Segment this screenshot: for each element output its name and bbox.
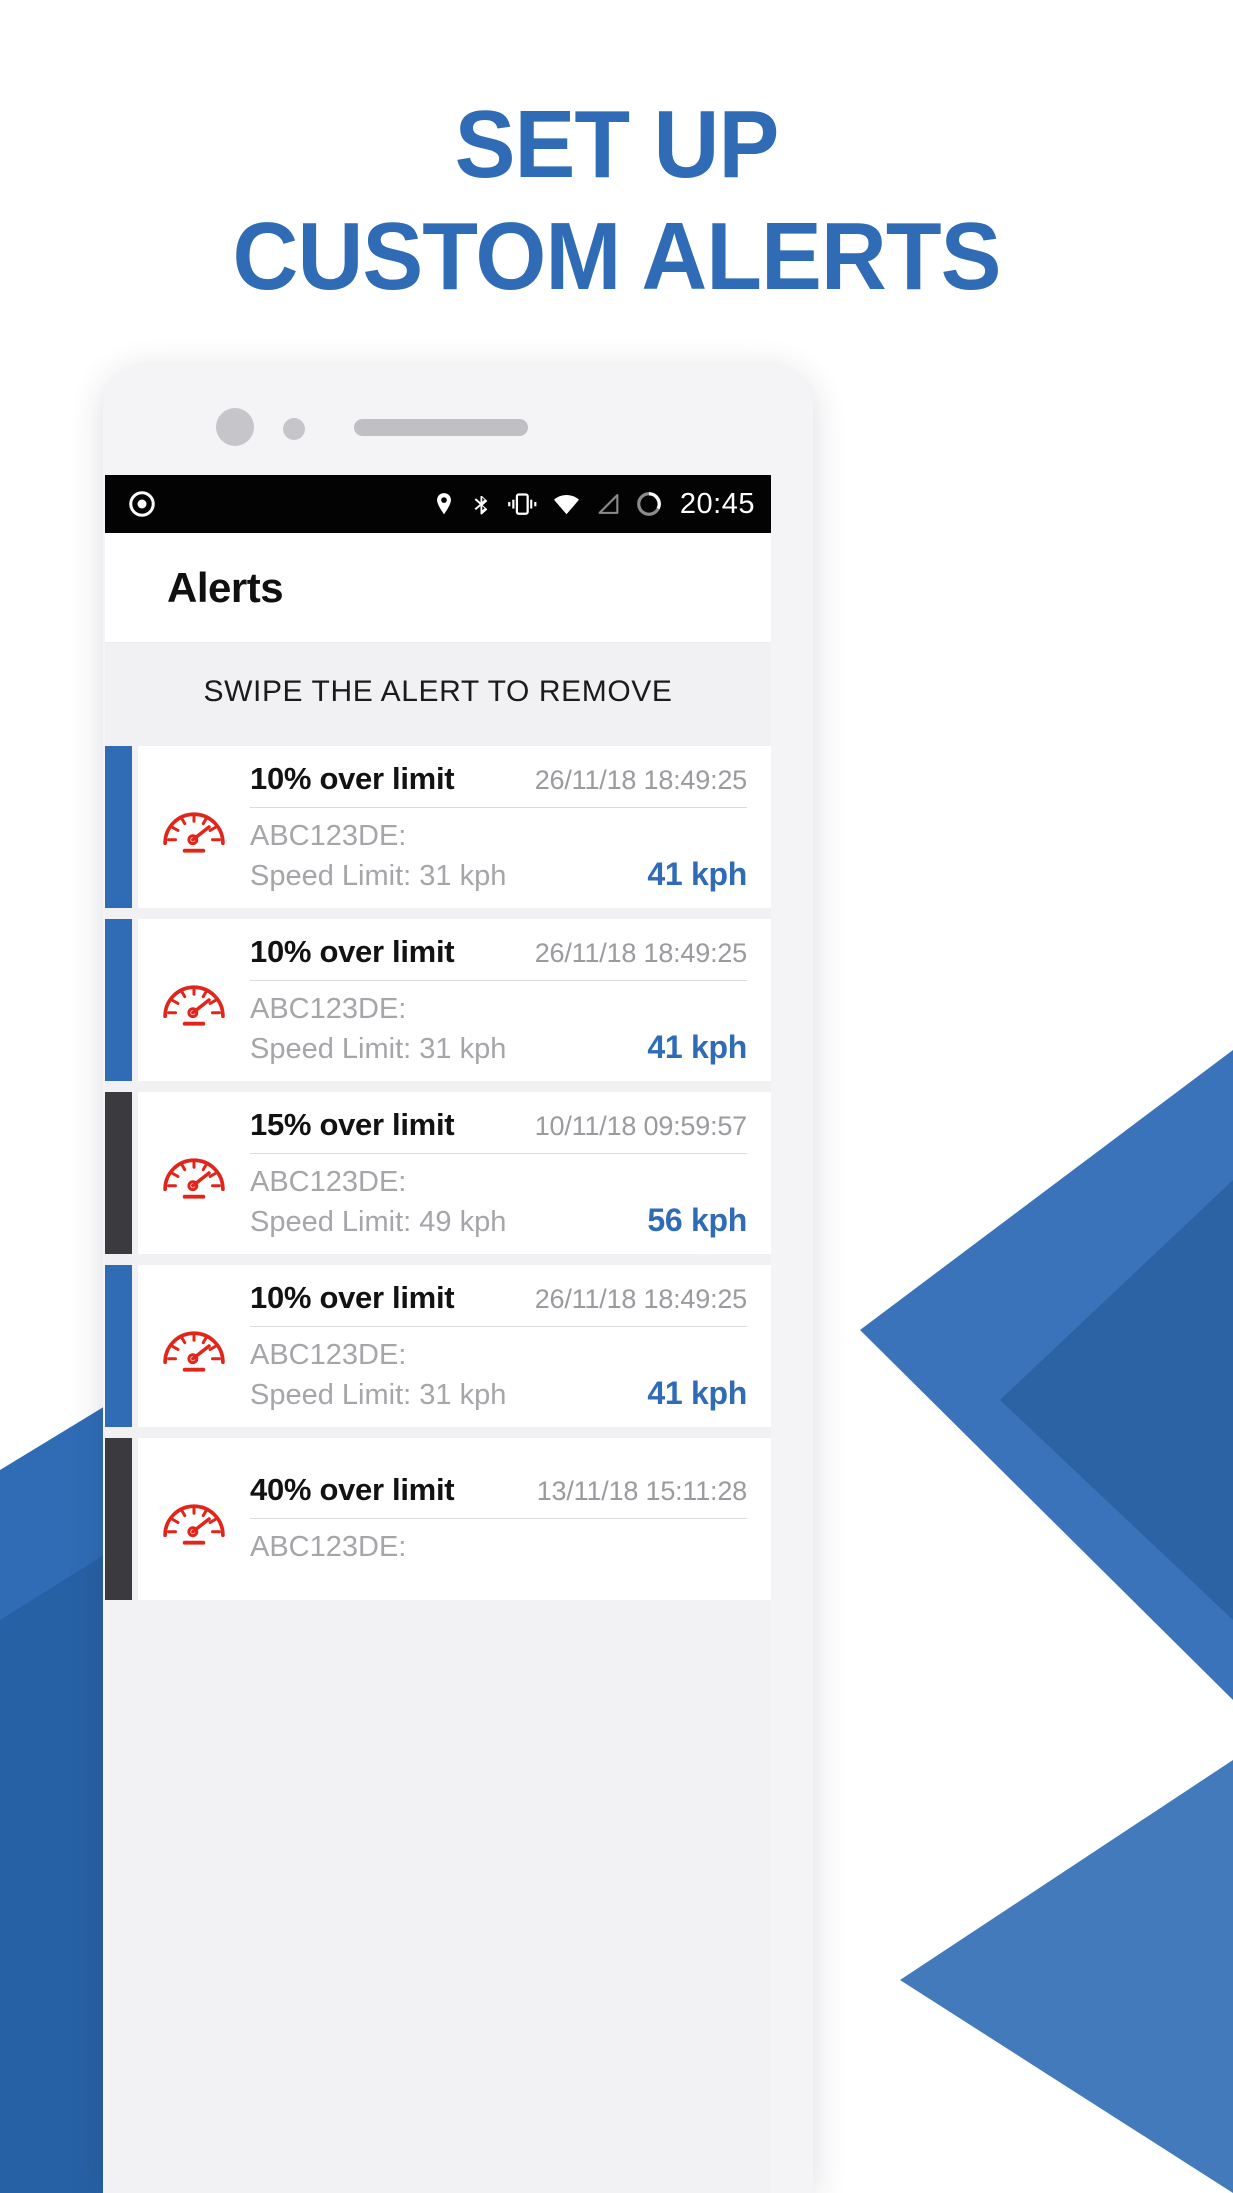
alert-speed-limit: Speed Limit: 49 kph [250,1205,507,1238]
alert-vehicle-plate: ABC123DE: [250,1530,407,1563]
speedometer-icon [163,1331,225,1372]
alert-accent-bar [105,746,132,908]
alert-timestamp: 10/11/18 09:59:57 [534,1111,747,1142]
alert-timestamp: 26/11/18 18:49:25 [534,765,747,796]
alert-body: 15% over limit 10/11/18 09:59:57 ABC123D… [250,1107,753,1238]
alert-recorded-speed: 41 kph [647,855,747,892]
vibrate-icon [508,493,537,515]
alert-timestamp: 13/11/18 15:11:28 [536,1475,747,1506]
alert-title: 40% over limit [250,1471,455,1507]
alert-vehicle-plate: ABC123DE: [250,1339,407,1372]
speedometer-icon [163,1158,225,1199]
alert-speed-limit: Speed Limit: 31 kph [250,1032,507,1065]
alert-card[interactable]: 10% over limit 26/11/18 18:49:25 ABC123D… [138,746,771,908]
alert-recorded-speed: 41 kph [647,1028,747,1065]
sensor-icon [283,418,305,440]
alert-accent-bar [105,1438,132,1600]
cell-signal-icon [598,494,619,514]
alert-speed-limit: Speed Limit: 31 kph [250,859,507,892]
speedometer-icon [163,1504,225,1545]
alert-title: 10% over limit [250,1280,455,1316]
swipe-hint-text: SWIPE THE ALERT TO REMOVE [203,674,673,708]
alert-body: 40% over limit 13/11/18 15:11:28 ABC123D… [250,1472,753,1566]
phone-screen: 20:45 Alerts SWIPE THE ALERT TO REMOVE 1… [105,475,771,2193]
alert-icon-cell [138,1482,250,1556]
alert-vehicle-plate: ABC123DE: [250,993,407,1026]
android-status-bar: 20:45 [105,475,771,533]
alert-header-row: 40% over limit 13/11/18 15:11:28 [250,1472,747,1519]
background-shape-left-dark [0,1545,120,2193]
alert-detail-row: ABC123DE: Speed Limit: 31 kph 41 kph [250,808,747,892]
status-bar-clock: 20:45 [679,487,755,520]
alert-speed-limit: Speed Limit: 31 kph [250,1378,507,1411]
alert-list-item[interactable]: 15% over limit 10/11/18 09:59:57 ABC123D… [105,1092,771,1254]
app-bar: Alerts [105,533,771,643]
alert-icon-cell [138,790,250,864]
alert-card[interactable]: 10% over limit 26/11/18 18:49:25 ABC123D… [138,1265,771,1427]
headline-line-1: SET UP [454,91,780,198]
alert-icon-cell [138,963,250,1037]
speedometer-icon [163,985,225,1026]
phone-top-bezel [103,365,813,469]
alert-detail-row: ABC123DE: Speed Limit: 31 kph 41 kph [250,981,747,1065]
location-pin-icon [436,493,451,515]
alerts-list[interactable]: 10% over limit 26/11/18 18:49:25 ABC123D… [105,740,771,1600]
alert-card[interactable]: 15% over limit 10/11/18 09:59:57 ABC123D… [138,1092,771,1254]
earpiece-speaker [354,419,528,436]
alert-card[interactable]: 10% over limit 26/11/18 18:49:25 ABC123D… [138,919,771,1081]
alert-title: 10% over limit [250,761,455,797]
front-camera-icon [216,408,254,446]
wifi-icon [553,495,579,515]
alert-body: 10% over limit 26/11/18 18:49:25 ABC123D… [250,761,753,892]
alert-vehicle-plate: ABC123DE: [250,1166,407,1199]
alert-list-item[interactable]: 10% over limit 26/11/18 18:49:25 ABC123D… [105,1265,771,1427]
record-dot-icon [129,491,155,517]
alert-list-item[interactable]: 10% over limit 26/11/18 18:49:25 ABC123D… [105,919,771,1081]
alert-card[interactable]: 40% over limit 13/11/18 15:11:28 ABC123D… [138,1438,771,1600]
alert-body: 10% over limit 26/11/18 18:49:25 ABC123D… [250,934,753,1065]
alert-recorded-speed: 56 kph [647,1201,747,1238]
alert-detail-row: ABC123DE: Speed Limit: 31 kph 41 kph [250,1327,747,1411]
alert-detail-row: ABC123DE: Speed Limit: 49 kph 56 kph [250,1154,747,1238]
alert-accent-bar [105,919,132,1081]
alert-accent-bar [105,1265,132,1427]
alert-icon-cell [138,1309,250,1383]
alert-header-row: 15% over limit 10/11/18 09:59:57 [250,1107,747,1155]
alert-title: 10% over limit [250,934,455,970]
headline-line-2: CUSTOM ALERTS [232,202,1002,310]
alert-timestamp: 26/11/18 18:49:25 [534,938,747,969]
bluetooth-icon [474,494,488,515]
alert-header-row: 10% over limit 26/11/18 18:49:25 [250,761,747,809]
alert-vehicle-plate: ABC123DE: [250,820,407,853]
alert-icon-cell [138,1136,250,1210]
alert-header-row: 10% over limit 26/11/18 18:49:25 [250,934,747,982]
alert-list-item[interactable]: 10% over limit 26/11/18 18:49:25 ABC123D… [105,746,771,908]
alert-detail-row: ABC123DE: [250,1519,747,1566]
app-bar-title: Alerts [167,563,284,611]
page-title: SET UP CUSTOM ALERTS [0,96,1233,306]
phone-mockup: 20:45 Alerts SWIPE THE ALERT TO REMOVE 1… [103,365,813,2193]
alert-title: 15% over limit [250,1107,455,1143]
alert-accent-bar [105,1092,132,1254]
alert-body: 10% over limit 26/11/18 18:49:25 ABC123D… [250,1280,753,1411]
alert-header-row: 10% over limit 26/11/18 18:49:25 [250,1280,747,1328]
alert-list-item[interactable]: 40% over limit 13/11/18 15:11:28 ABC123D… [105,1438,771,1600]
speedometer-icon [163,812,225,853]
battery-circle-icon [637,492,661,516]
alert-recorded-speed: 41 kph [647,1374,747,1411]
swipe-hint-banner: SWIPE THE ALERT TO REMOVE [105,643,771,740]
alert-timestamp: 26/11/18 18:49:25 [534,1284,747,1315]
